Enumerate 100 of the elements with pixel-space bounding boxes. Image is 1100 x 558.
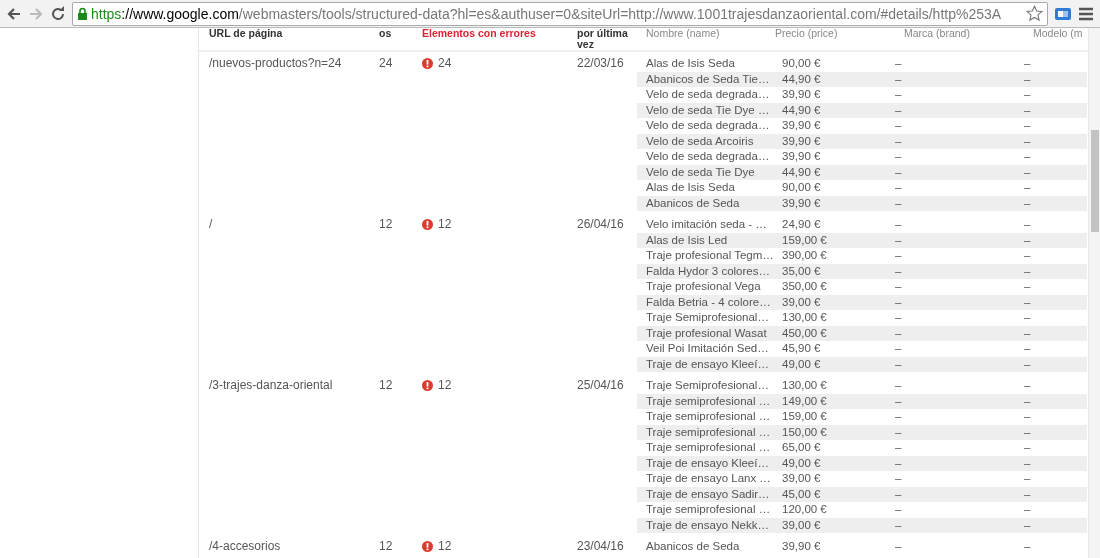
- model-cell-text: –: [1024, 471, 1031, 486]
- brand-cell: –: [895, 517, 902, 533]
- error-icon: [422, 541, 433, 553]
- product-price: 35,00 €: [782, 263, 821, 279]
- product-name: Traje semiprofesional …: [646, 502, 771, 517]
- brand-cell-text: –: [895, 341, 902, 356]
- product-name: Velo de seda Tie Dye: [646, 164, 755, 180]
- brand-cell: –: [895, 294, 902, 310]
- product-price: 159,00 €: [782, 409, 827, 424]
- product-name: Traje de ensayo Nekk…: [646, 517, 769, 533]
- item-count: 12: [378, 539, 394, 555]
- product-price: 130,00 €: [782, 378, 827, 393]
- column-header: Precio (price): [775, 28, 839, 39]
- model-cell-text: –: [1024, 248, 1031, 263]
- model-cell: –: [1024, 325, 1031, 341]
- product-name: Falda Betria - 4 colore…: [646, 294, 771, 310]
- model-cell: –: [1024, 164, 1031, 180]
- product-price: 44,90 €: [782, 102, 821, 118]
- page-url[interactable]: /nuevos-productos?n=24: [199, 56, 369, 211]
- brand-cell-text: –: [895, 440, 902, 455]
- address-bar[interactable]: https://www.google.com/webmasters/tools/structured-data?hl=es&authuser=0&siteUrl=http://www.1001trajesdanzaoriental.com/#details/http%253A: [72, 1, 1048, 26]
- brand-cell-text: –: [895, 409, 902, 424]
- column-header: Elementos con errores: [421, 28, 537, 39]
- brand-cell: –: [895, 486, 902, 502]
- model-cell-text: –: [1024, 378, 1031, 393]
- model-cell-text: –: [1024, 502, 1031, 517]
- brand-cell-text: –: [895, 539, 902, 554]
- menu-icon[interactable]: [1078, 6, 1094, 21]
- product-name: Traje profesional Tegm…: [646, 248, 774, 263]
- model-cell-text: –: [1024, 409, 1031, 424]
- product-name: Traje profesional Vega: [646, 279, 761, 294]
- page-url[interactable]: /3-trajes-danza-oriental: [199, 378, 369, 533]
- error-count: 12: [438, 539, 452, 555]
- brand-cell: –: [895, 356, 902, 372]
- model-cell: –: [1024, 102, 1031, 118]
- model-cell: –: [1024, 71, 1031, 87]
- brand-cell: –: [895, 325, 902, 341]
- product-price: 159,00 €: [782, 232, 827, 248]
- brand-cell-text: –: [895, 471, 902, 486]
- column-header: Modelo (m: [1033, 28, 1084, 39]
- scrollbar-thumb[interactable]: [1091, 130, 1099, 232]
- product-name: Traje semiprofesional …: [646, 440, 771, 455]
- brand-cell-text: –: [895, 56, 902, 71]
- product-name: Alas de Isis Led: [646, 232, 728, 248]
- page-url[interactable]: /4-accesorios: [199, 539, 369, 555]
- error-icon: [422, 58, 433, 70]
- product-price: 450,00 €: [782, 325, 827, 341]
- product-name: Alas de Isis Seda: [646, 56, 735, 71]
- reload-icon[interactable]: [50, 5, 66, 22]
- model-cell-text: –: [1024, 279, 1031, 294]
- brand-cell-text: –: [895, 87, 902, 102]
- model-cell-text: –: [1024, 217, 1031, 232]
- model-cell: –: [1024, 195, 1031, 211]
- page-url[interactable]: /: [199, 217, 369, 372]
- product-price: 39,90 €: [782, 195, 821, 211]
- product-price: 130,00 €: [782, 310, 827, 325]
- error-icon: [422, 380, 433, 392]
- brand-cell-text: –: [895, 118, 902, 133]
- product-name: Traje de ensayo Sadir…: [646, 486, 770, 502]
- product-name: Velo de seda degrada…: [646, 118, 770, 133]
- product-name: Velo de seda degrada…: [646, 87, 770, 102]
- star-icon[interactable]: [1026, 5, 1043, 22]
- product-price: 44,90 €: [782, 164, 821, 180]
- model-cell-text: –: [1024, 440, 1031, 455]
- product-name: Velo de seda Arcoiris: [646, 133, 754, 149]
- product-price: 45,90 €: [782, 341, 821, 356]
- brand-cell: –: [895, 71, 902, 87]
- column-header: os: [378, 28, 393, 39]
- model-cell-text: –: [1024, 149, 1031, 164]
- date-cell-text: 23/04/16: [576, 539, 625, 555]
- model-cell: –: [1024, 455, 1031, 471]
- brand-cell: –: [895, 424, 902, 440]
- extension-icon[interactable]: [1054, 5, 1072, 22]
- brand-cell: –: [895, 195, 902, 211]
- brand-cell-text: –: [895, 502, 902, 517]
- product-name: Abanicos de Seda: [646, 195, 740, 211]
- back-icon[interactable]: [6, 5, 22, 22]
- product-name: Abanicos de Seda Tie…: [646, 71, 770, 87]
- brand-cell-text: –: [895, 149, 902, 164]
- product-name: Traje semiprofesional …: [646, 409, 771, 424]
- date-cell-text: 25/04/16: [576, 378, 625, 394]
- brand-cell: –: [895, 164, 902, 180]
- product-price: 39,00 €: [782, 517, 821, 533]
- column-header: por última vez: [576, 28, 629, 50]
- product-name: Veil Poi Imitación Sed…: [646, 341, 769, 356]
- model-cell-text: –: [1024, 118, 1031, 133]
- product-price: 49,00 €: [782, 356, 821, 372]
- model-cell-text: –: [1024, 180, 1031, 195]
- model-cell: –: [1024, 393, 1031, 409]
- product-name: Traje profesional Wasat: [646, 325, 767, 341]
- column-header: Marca (brand): [904, 28, 971, 39]
- product-price: 39,90 €: [782, 539, 821, 554]
- product-price: 39,00 €: [782, 471, 821, 486]
- model-cell: –: [1024, 356, 1031, 372]
- product-price: 390,00 €: [782, 248, 827, 263]
- brand-cell: –: [895, 102, 902, 118]
- model-cell: –: [1024, 517, 1031, 533]
- model-cell-text: –: [1024, 341, 1031, 356]
- model-cell-text: –: [1024, 539, 1031, 554]
- error-count: 12: [438, 217, 452, 233]
